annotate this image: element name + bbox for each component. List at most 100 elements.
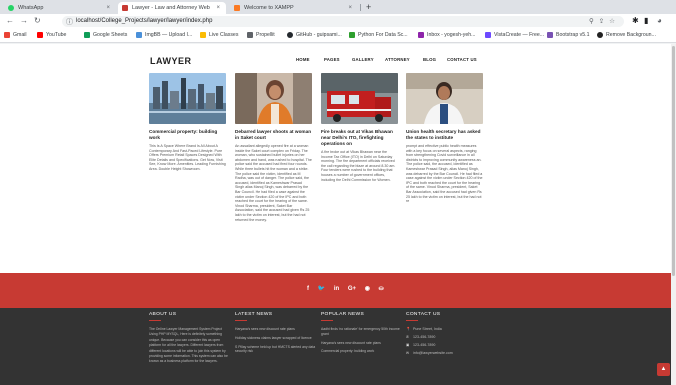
github-icon bbox=[287, 32, 293, 38]
nav-contact-us[interactable]: CONTACT US bbox=[447, 57, 477, 62]
bootstrap-icon bbox=[547, 32, 553, 38]
facebook-icon[interactable]: f bbox=[307, 286, 309, 292]
whatsapp-icon bbox=[8, 5, 14, 11]
google-plus-icon[interactable]: G+ bbox=[348, 286, 356, 292]
dribbble-icon[interactable]: ◉ bbox=[365, 285, 370, 292]
footer-latest-news: LATEST NEWS Haryana's sees new discount … bbox=[235, 312, 317, 358]
inbox-icon bbox=[418, 32, 424, 38]
city-skyline-image[interactable] bbox=[149, 73, 226, 124]
bookmark-inbox[interactable]: Inbox - yogesh-yeh... bbox=[418, 32, 475, 38]
footer-news-link[interactable]: Holiday sickness claims lawyer scrapped … bbox=[235, 336, 317, 341]
contact-email[interactable]: ✉ info@lawyerwebsite.com bbox=[406, 351, 488, 355]
heading-underline bbox=[321, 320, 333, 321]
close-icon[interactable]: × bbox=[106, 5, 110, 11]
back-to-top-button[interactable]: ▲ bbox=[657, 363, 670, 376]
close-icon[interactable]: × bbox=[216, 5, 220, 11]
footer-popular-link[interactable]: Haryana's sees new discount rate plans bbox=[321, 341, 403, 346]
news-card[interactable]: Fire breaks out at Vikas Bhawan near Del… bbox=[321, 73, 398, 182]
side-panel-icon[interactable]: ▮ bbox=[644, 16, 648, 25]
phone-icon: ✆ bbox=[406, 335, 410, 339]
imgbb-icon bbox=[136, 32, 142, 38]
card-title[interactable]: Union health secretary has asked the sta… bbox=[406, 129, 483, 141]
tab-xampp[interactable]: Welcome to XAMPP × bbox=[230, 2, 358, 14]
location-icon: 📍 bbox=[406, 327, 411, 331]
footer-popular-link[interactable]: Commercial property: building work bbox=[321, 349, 403, 354]
tab-lawyer[interactable]: Lawyer - Law and Attorney Web × bbox=[118, 2, 226, 14]
heading-underline bbox=[235, 320, 247, 321]
about-text: The Online Lawyer Management System Proj… bbox=[149, 327, 228, 364]
tab-whatsapp[interactable]: WhatsApp × bbox=[4, 2, 116, 14]
contact-fax[interactable]: ▣ 123-456-7890 bbox=[406, 343, 488, 347]
envelope-icon: ✉ bbox=[406, 351, 410, 355]
footer-news-link[interactable]: Haryana's sees new discount rate plans bbox=[235, 327, 317, 332]
xampp-icon bbox=[234, 5, 240, 11]
footer-popular-link[interactable]: Aadhi finds 'no rationale' for emergency… bbox=[321, 327, 403, 337]
card-body: prompt and effective public health measu… bbox=[406, 144, 483, 204]
nav-home[interactable]: HOME bbox=[296, 57, 310, 62]
site-logo[interactable]: LAWYER bbox=[150, 56, 192, 66]
contact-phone[interactable]: ✆ 123-456-7890 bbox=[406, 335, 488, 339]
new-tab-button[interactable]: + bbox=[366, 2, 371, 12]
nav-attorney[interactable]: ATTORNEY bbox=[385, 57, 410, 62]
fire-truck-image[interactable] bbox=[321, 73, 398, 124]
heading-underline bbox=[149, 320, 161, 321]
linkedin-icon[interactable]: in bbox=[334, 286, 339, 292]
bookmark-live-classes[interactable]: Live Classes bbox=[200, 32, 238, 38]
lawyer-woman-image[interactable] bbox=[235, 73, 312, 124]
social-links: f 🐦 in G+ ◉ ⛀ bbox=[307, 285, 391, 292]
card-title[interactable]: Fire breaks out at Vikas Bhawan near Del… bbox=[321, 129, 398, 147]
youtube-icon bbox=[37, 32, 43, 38]
close-icon[interactable]: × bbox=[348, 5, 352, 11]
browser-tab-strip: WhatsApp × Lawyer - Law and Attorney Web… bbox=[0, 0, 676, 14]
profile-avatar[interactable]: ◕ bbox=[657, 16, 662, 25]
scrollbar-thumb[interactable] bbox=[672, 46, 675, 276]
extensions-icon[interactable]: ✱ bbox=[632, 16, 639, 25]
instagram-icon[interactable]: ⛀ bbox=[379, 285, 384, 292]
health-secretary-image[interactable] bbox=[406, 73, 483, 124]
omnibox[interactable]: ⓘ localhost/College_Projects/lawyer/lawy… bbox=[62, 16, 624, 27]
bookmarks-bar: Gmail YouTube Google Sheets ImgBB — Uplo… bbox=[0, 29, 676, 43]
bookmark-gmail[interactable]: Gmail bbox=[4, 32, 27, 38]
footer-contact: CONTACT US 📍 Pune Street, India ✆ 123-456-… bbox=[406, 312, 488, 359]
python-icon bbox=[349, 32, 355, 38]
nav-gallery[interactable]: GALLERY bbox=[352, 57, 374, 62]
lawyer-favicon-icon bbox=[122, 5, 128, 11]
omnibox-actions[interactable]: ⚲⇪☆ bbox=[589, 17, 620, 25]
sheets-icon bbox=[84, 32, 90, 38]
news-card[interactable]: Commercial property: building work This … bbox=[149, 73, 226, 172]
card-title[interactable]: Commercial property: building work bbox=[149, 129, 226, 141]
footer-heading: POPULAR NEWS bbox=[321, 312, 365, 317]
footer-about: ABOUT US The Online Lawyer Management Sy… bbox=[149, 312, 231, 365]
card-body: An assailant allegedly opened fire at a … bbox=[235, 144, 312, 222]
bookmark-vistacreate[interactable]: VistaCreate — Free... bbox=[485, 32, 544, 38]
site-info-icon[interactable]: ⓘ bbox=[66, 17, 73, 27]
twitter-icon[interactable]: 🐦 bbox=[318, 285, 325, 292]
bookmark-imgbb[interactable]: ImgBB — Upload I... bbox=[136, 32, 192, 38]
back-icon[interactable]: ← bbox=[6, 16, 14, 25]
bookmark-remove-bg[interactable]: Remove Backgroun... bbox=[597, 32, 656, 38]
footer-heading: LATEST NEWS bbox=[235, 312, 273, 317]
nav-blog[interactable]: BLOG bbox=[423, 57, 436, 62]
page-scrollbar[interactable] bbox=[671, 44, 676, 385]
reload-icon[interactable]: ↻ bbox=[34, 16, 41, 25]
card-title[interactable]: Debarred lawyer shoots at woman in Saket… bbox=[235, 129, 312, 141]
gmail-icon bbox=[4, 32, 10, 38]
site-footer: ABOUT US The Online Lawyer Management Sy… bbox=[0, 308, 676, 385]
news-card[interactable]: Union health secretary has asked the sta… bbox=[406, 73, 483, 204]
footer-news-link[interactable]: S Pillay scheme held up but HMCTS alerte… bbox=[235, 345, 317, 355]
bookmark-propellit[interactable]: Propellit bbox=[247, 32, 275, 38]
news-card[interactable]: Debarred lawyer shoots at woman in Saket… bbox=[235, 73, 312, 222]
tab-divider bbox=[360, 4, 361, 11]
bookmark-github[interactable]: GitHub - guipsami... bbox=[287, 32, 342, 38]
bookmark-python[interactable]: Python For Data Sc... bbox=[349, 32, 408, 38]
bookmark-sheets[interactable]: Google Sheets bbox=[84, 32, 127, 38]
url-text[interactable]: localhost/College_Projects/lawyer/lawyer… bbox=[76, 18, 212, 24]
live-classes-icon bbox=[200, 32, 206, 38]
forward-icon[interactable]: → bbox=[20, 16, 28, 25]
nav-pages[interactable]: PAGES bbox=[324, 57, 340, 62]
footer-heading: CONTACT US bbox=[406, 312, 441, 317]
card-body: A fire broke out at Vikas Bhawan near th… bbox=[321, 150, 396, 182]
bookmark-youtube[interactable]: YouTube bbox=[37, 32, 66, 38]
remove-bg-icon bbox=[597, 32, 603, 38]
bookmark-bootstrap[interactable]: Bootstrap v5.1 bbox=[547, 32, 589, 38]
